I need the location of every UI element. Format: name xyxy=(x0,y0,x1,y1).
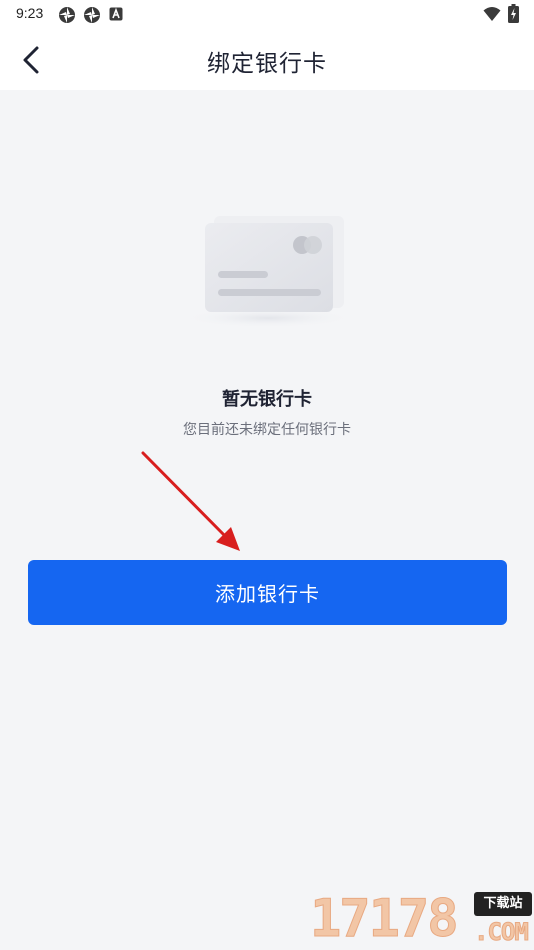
empty-card-illustration xyxy=(178,212,358,330)
aperture-icon xyxy=(59,7,75,23)
status-bar: 9:23 xyxy=(0,0,534,28)
bank-card-icon xyxy=(180,216,356,328)
battery-charging-icon xyxy=(508,4,519,23)
site-watermark: 17178 下载站 .COM xyxy=(310,888,534,950)
header: 绑定银行卡 xyxy=(0,28,534,90)
wifi-icon xyxy=(483,7,501,21)
empty-state-title: 暂无银行卡 xyxy=(222,389,312,410)
annotation-arrow-icon xyxy=(141,451,240,551)
watermark-digits: 17178 xyxy=(310,889,460,949)
aperture-icon xyxy=(84,7,100,23)
add-bank-card-button[interactable]: 添加银行卡 xyxy=(28,560,507,625)
a-badge-icon xyxy=(109,7,123,21)
watermark-com: .COM xyxy=(474,918,530,947)
watermark-tag: 下载站 xyxy=(474,892,532,916)
status-time: 9:23 xyxy=(16,5,44,21)
page-title: 绑定银行卡 xyxy=(207,51,327,77)
empty-state-subtitle: 您目前还未绑定任何银行卡 xyxy=(183,422,351,438)
